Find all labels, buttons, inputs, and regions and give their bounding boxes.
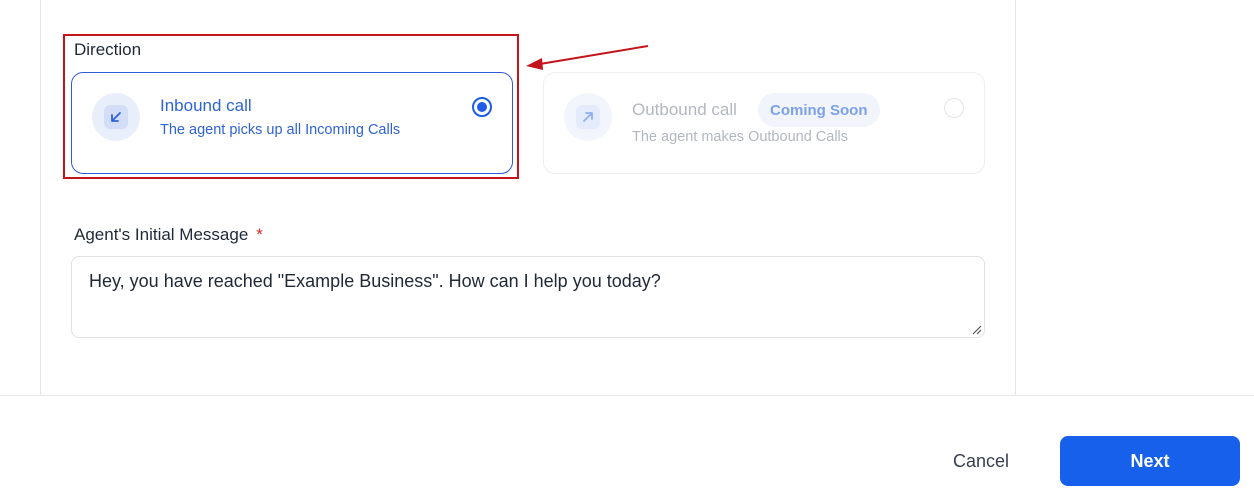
initial-message-value: Hey, you have reached "Example Business"… <box>89 271 661 291</box>
outbound-call-title: Outbound call <box>632 100 737 119</box>
initial-message-textarea[interactable]: Hey, you have reached "Example Business"… <box>71 256 985 338</box>
outbound-radio <box>944 98 964 118</box>
outbound-call-description: The agent makes Outbound Calls <box>632 129 849 145</box>
resize-handle-icon[interactable] <box>970 323 982 335</box>
annotation-highlight-box <box>63 34 519 179</box>
initial-message-label: Agent's Initial Message * <box>74 225 263 245</box>
annotation-arrow-icon <box>526 45 649 70</box>
required-mark: * <box>256 225 263 244</box>
outbound-call-option: Outbound call Coming Soon The agent make… <box>543 72 985 174</box>
next-button[interactable]: Next <box>1060 436 1240 486</box>
initial-message-label-text: Agent's Initial Message <box>74 225 249 244</box>
coming-soon-badge: Coming Soon <box>758 93 880 127</box>
arrow-up-right-icon <box>564 93 612 141</box>
cancel-button[interactable]: Cancel <box>936 438 1026 484</box>
